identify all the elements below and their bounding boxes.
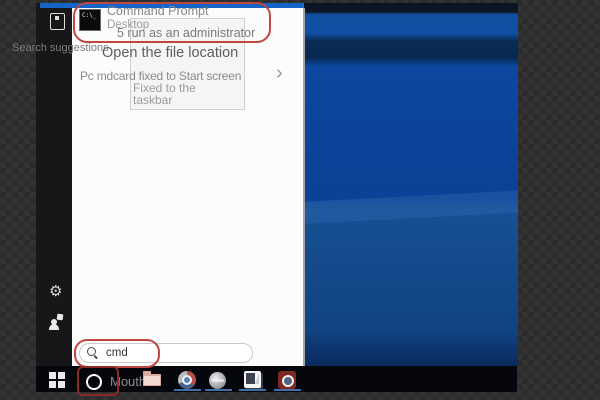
menu-item-open-file-location[interactable]: Open the file location <box>102 45 238 61</box>
annotation-cortana-highlight <box>77 366 119 396</box>
running-indicator <box>174 389 201 391</box>
wallpaper-light-beam <box>304 189 518 225</box>
person-body-shape <box>49 324 59 330</box>
menu-item-pin-to-taskbar[interactable]: Fixed to the taskbar <box>133 82 207 106</box>
red-app-icon[interactable] <box>278 371 296 389</box>
start-button-icon[interactable] <box>49 372 65 388</box>
speech-bubble-shape <box>56 313 64 321</box>
win-logo-square <box>57 372 65 379</box>
win-logo-square <box>57 380 65 388</box>
running-indicator <box>274 389 301 391</box>
annotation-result-highlight <box>73 2 271 43</box>
chevron-right-icon[interactable]: › <box>276 62 283 85</box>
edge-sphere-icon[interactable] <box>209 372 226 389</box>
desktop-wallpaper <box>303 3 518 366</box>
tutorial-screenshot-canvas: ⚙ C:\_ Command Prompt Desktop 5 run as a… <box>0 0 600 400</box>
win-logo-square <box>49 380 56 388</box>
search-suggestions-label: Search suggestions <box>12 42 109 54</box>
file-explorer-icon[interactable] <box>143 371 161 386</box>
search-flyout-sidebar <box>36 3 72 366</box>
win-logo-square <box>49 372 56 379</box>
document-icon[interactable] <box>50 13 65 30</box>
browser-icon[interactable] <box>178 371 196 389</box>
annotation-search-highlight <box>74 339 160 368</box>
running-indicator <box>205 389 232 391</box>
feedback-people-icon[interactable] <box>49 313 64 330</box>
settings-gear-icon[interactable]: ⚙ <box>49 284 62 299</box>
running-indicator <box>239 389 266 391</box>
photos-app-icon[interactable] <box>244 371 261 388</box>
